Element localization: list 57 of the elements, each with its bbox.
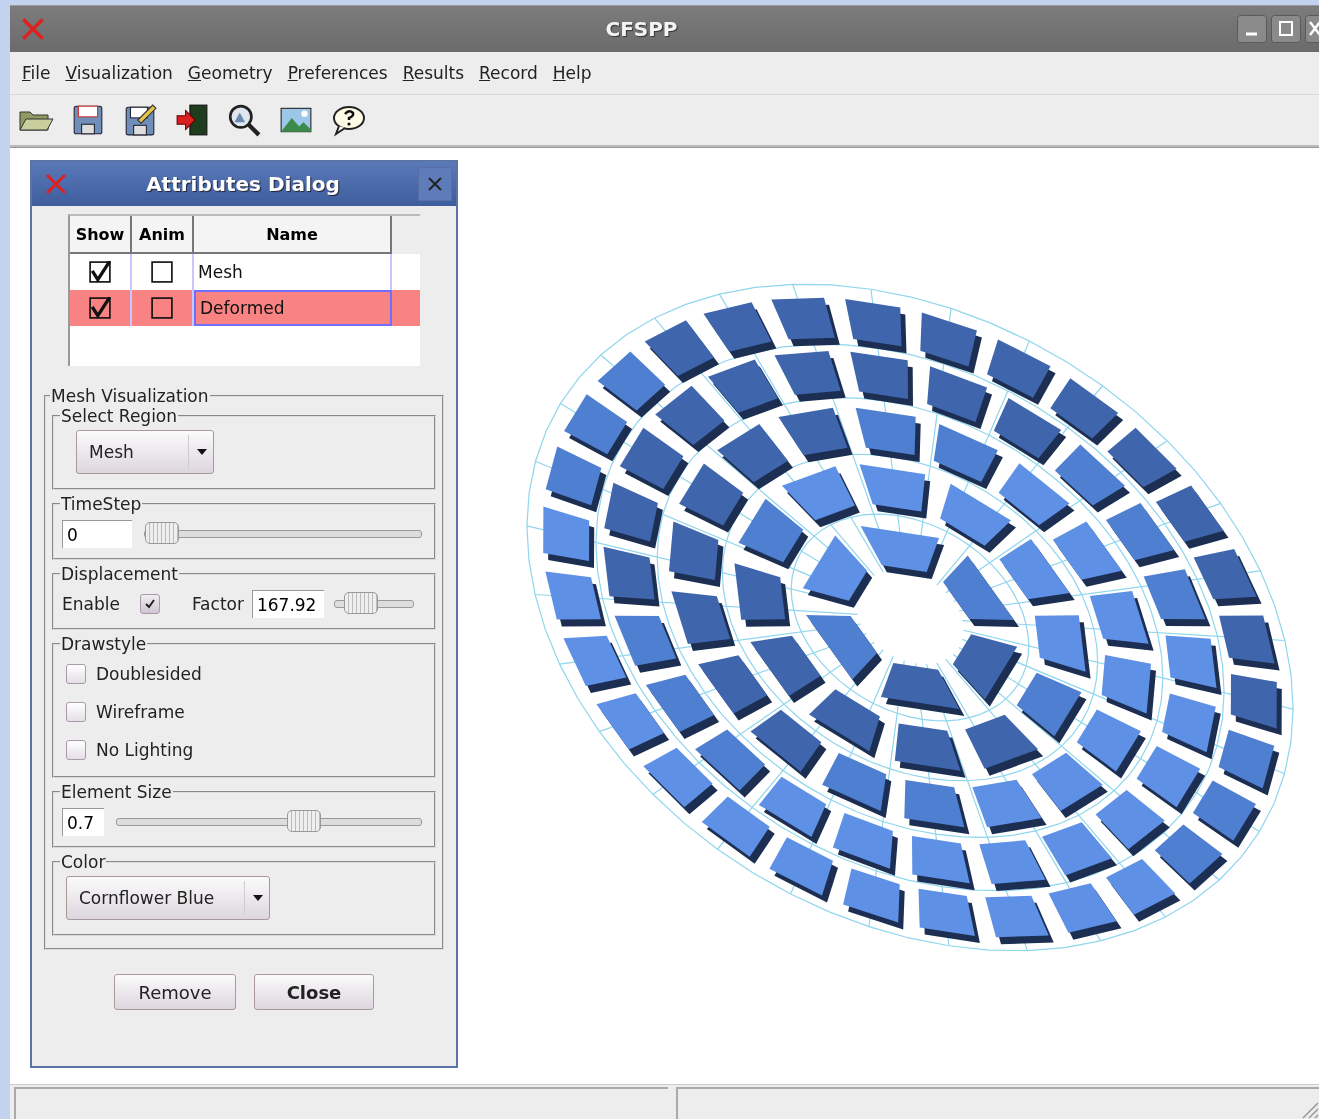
checkbox[interactable]: [151, 261, 173, 283]
region-dropdown[interactable]: Mesh: [76, 430, 214, 474]
caret-icon: [253, 895, 263, 901]
help-icon[interactable]: [330, 103, 366, 137]
column-header[interactable]: Name: [194, 216, 392, 254]
group-title: Drawstyle: [60, 634, 148, 654]
slider-handle[interactable]: [145, 522, 179, 544]
close-icon[interactable]: [1305, 15, 1319, 43]
checkbox-label: No Lighting: [96, 740, 194, 760]
group-title: TimeStep: [60, 494, 143, 514]
group-title: Element Size: [60, 782, 173, 802]
checkbox[interactable]: [139, 594, 160, 614]
checkbox[interactable]: [89, 261, 111, 283]
table-cell: Deformed: [200, 298, 285, 318]
field-label: Factor: [191, 594, 244, 614]
menu-item[interactable]: Geometry: [181, 60, 279, 86]
cross-icon: [44, 172, 68, 196]
check-icon: [143, 598, 156, 610]
menu-item[interactable]: Record: [473, 60, 544, 86]
slider-handle[interactable]: [287, 810, 322, 832]
table-row[interactable]: Deformed: [70, 290, 420, 326]
column-header[interactable]: Show: [70, 216, 132, 254]
caret-icon: [197, 449, 207, 455]
close-button[interactable]: [418, 167, 452, 201]
menu-item[interactable]: Visualization: [59, 60, 179, 86]
menu-item[interactable]: File: [16, 60, 57, 86]
timestep-field[interactable]: 0: [62, 520, 132, 548]
table-cell: Mesh: [198, 262, 243, 282]
group-title: Mesh Visualization: [50, 386, 210, 406]
checkbox[interactable]: [66, 664, 86, 684]
window-title: CFSPP: [604, 17, 679, 41]
zoom-icon[interactable]: [226, 103, 262, 137]
checkbox[interactable]: [66, 740, 86, 760]
menu-item[interactable]: Results: [396, 60, 471, 86]
default-button[interactable]: Close: [254, 974, 374, 1010]
column-header[interactable]: Anim: [132, 216, 194, 254]
group-title: Select Region: [60, 406, 179, 426]
checkbox[interactable]: [89, 297, 111, 319]
group-title: Displacement: [60, 564, 179, 584]
group-title: Color: [60, 852, 107, 872]
menu-item[interactable]: Help: [546, 60, 598, 86]
checkbox[interactable]: [151, 297, 173, 319]
checkbox-label: Doublesided: [96, 664, 202, 684]
close-icon: [427, 176, 443, 192]
element-size-field[interactable]: 0.7: [62, 808, 104, 836]
exit-door-icon[interactable]: [174, 103, 210, 137]
checkbox[interactable]: [66, 702, 86, 722]
minimize-icon[interactable]: [1237, 15, 1267, 43]
color-dropdown[interactable]: Cornflower Blue: [66, 876, 270, 920]
menu-item[interactable]: Preferences: [281, 60, 394, 86]
maximize-icon[interactable]: [1271, 15, 1301, 43]
field-label: Enable: [62, 594, 120, 614]
push-button[interactable]: Remove: [114, 974, 236, 1010]
slider-handle[interactable]: [343, 592, 378, 614]
checkbox-label: Wireframe: [96, 702, 185, 722]
dialog-title: Attributes Dialog: [145, 172, 341, 196]
factor-field[interactable]: 167.92: [251, 590, 324, 618]
